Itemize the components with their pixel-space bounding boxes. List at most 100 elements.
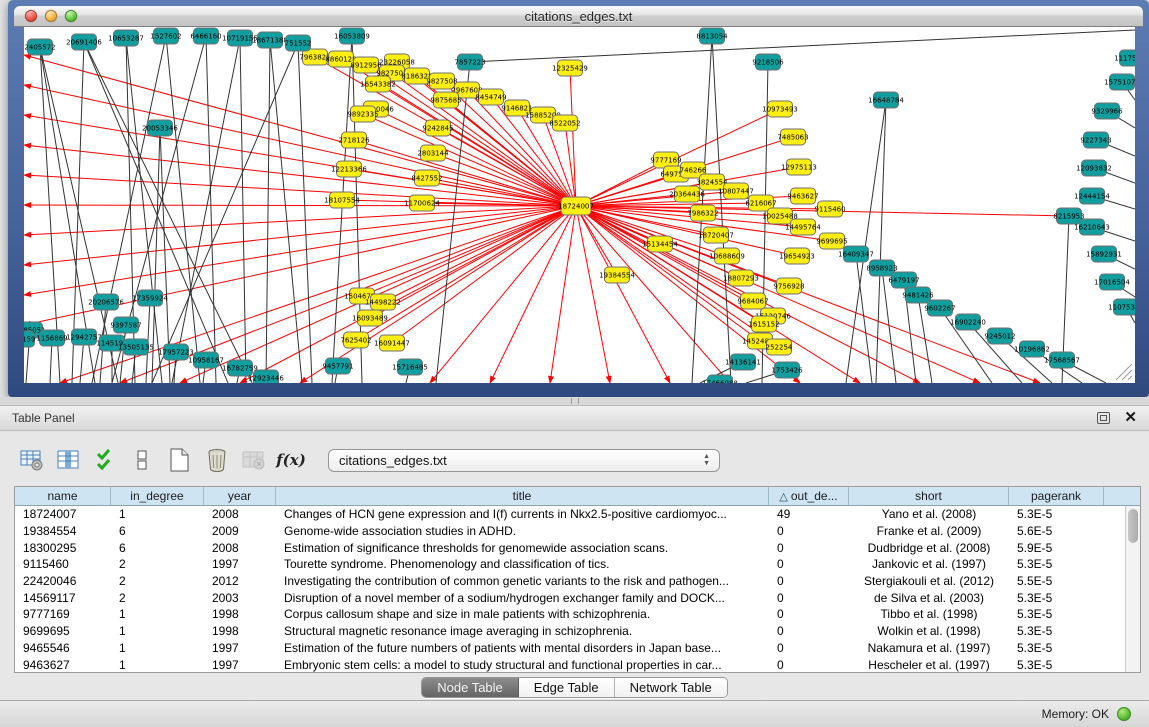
graph-node[interactable]: 18807293	[723, 270, 759, 286]
table-cell[interactable]: 49	[769, 506, 849, 523]
tab-edge-table[interactable]: Edge Table	[519, 678, 615, 697]
graph-node[interactable]: 20691406	[66, 34, 102, 50]
select-all-button[interactable]	[92, 446, 120, 474]
graph-edge[interactable]	[846, 100, 886, 383]
table-cell[interactable]: 1	[111, 640, 204, 657]
table-mode-button[interactable]	[18, 446, 46, 474]
graph-node[interactable]: 2803144	[417, 145, 449, 161]
table-cell[interactable]: Franke et al. (2009)	[849, 523, 1009, 540]
table-cell[interactable]: 5.6E-5	[1009, 523, 1104, 540]
table-row[interactable]: 911546021997Tourette syndrome. Phenomeno…	[15, 556, 1125, 573]
table-row[interactable]: 1938455462009Genome-wide association stu…	[15, 523, 1125, 540]
table-cell[interactable]: 1997	[204, 656, 276, 672]
graph-edge[interactable]	[266, 40, 270, 383]
minimize-window-button[interactable]	[45, 10, 57, 22]
graph-edge[interactable]	[470, 30, 1135, 62]
graph-node[interactable]: 18720407	[698, 227, 734, 243]
table-cell[interactable]: 9465546	[15, 640, 111, 657]
horizontal-splitter[interactable]	[0, 397, 1149, 405]
graph-node[interactable]: 19654923	[779, 248, 815, 264]
graph-edge[interactable]	[576, 206, 800, 383]
table-cell[interactable]: 9699695	[15, 623, 111, 640]
table-cell[interactable]: Estimation of significance thresholds fo…	[276, 539, 769, 556]
table-cell[interactable]: 5.3E-5	[1009, 506, 1104, 523]
graph-node[interactable]: 15751074	[1104, 74, 1135, 90]
table-cell[interactable]: 0	[769, 539, 849, 556]
graph-edge[interactable]	[436, 62, 470, 383]
table-cell[interactable]: 0	[769, 606, 849, 623]
graph-node[interactable]: 14498222	[365, 294, 401, 310]
graph-node[interactable]: 11175580	[1114, 50, 1135, 66]
graph-edge[interactable]	[298, 43, 312, 383]
graph-node[interactable]: 7625402	[340, 332, 371, 348]
graph-node[interactable]: 393159	[24, 331, 35, 347]
delete-entries-button[interactable]	[203, 446, 231, 474]
graph-node[interactable]: 9756928	[773, 278, 804, 294]
table-cell[interactable]: 5.9E-5	[1009, 539, 1104, 556]
graph-node[interactable]: 12975113	[781, 159, 817, 175]
table-cell[interactable]: Hescheler et al. (1997)	[849, 656, 1009, 672]
graph-node[interactable]: 9397587	[110, 317, 141, 333]
table-cell[interactable]: 14569117	[15, 589, 111, 606]
graph-node[interactable]: 10807447	[718, 183, 754, 199]
graph-edge[interactable]	[383, 206, 576, 302]
graph-node[interactable]: 16543382	[360, 76, 396, 92]
table-cell[interactable]: 1	[111, 606, 204, 623]
table-cell[interactable]: 1998	[204, 623, 276, 640]
graph-node[interactable]: 11700624	[404, 195, 440, 211]
table-cell[interactable]: 1997	[204, 556, 276, 573]
table-cell[interactable]: 2	[111, 589, 204, 606]
graph-edge[interactable]	[240, 206, 576, 383]
graph-node[interactable]: 6466160	[190, 28, 221, 44]
table-cell[interactable]: 6	[111, 539, 204, 556]
table-cell[interactable]: Jankovic et al. (1997)	[849, 556, 1009, 573]
table-cell[interactable]: 0	[769, 523, 849, 540]
column-header-name[interactable]: name	[15, 487, 111, 505]
unselect-all-button[interactable]	[129, 446, 157, 474]
graph-node[interactable]: 8813054	[696, 28, 728, 44]
column-header-pagerank[interactable]: pagerank	[1009, 487, 1104, 505]
graph-node[interactable]: 16648784	[868, 92, 904, 108]
table-cell[interactable]: 1	[111, 656, 204, 672]
table-cell[interactable]: 5.3E-5	[1009, 589, 1104, 606]
graph-node[interactable]: 14136141	[725, 354, 761, 370]
zoom-window-button[interactable]	[65, 10, 77, 22]
graph-edge[interactable]	[24, 205, 576, 206]
table-cell[interactable]: Changes of HCN gene expression and I(f) …	[276, 506, 769, 523]
graph-node[interactable]: 9699695	[816, 233, 847, 249]
graph-node[interactable]: 12213366	[331, 161, 367, 177]
graph-node[interactable]: 1615152	[748, 316, 779, 332]
table-cell[interactable]: 5.3E-5	[1009, 656, 1104, 672]
close-panel-icon[interactable]: ✕	[1124, 412, 1137, 424]
column-header-short[interactable]: short	[849, 487, 1009, 505]
graph-node[interactable]: 9245012	[984, 328, 1015, 344]
graph-node[interactable]: 9329966	[1091, 103, 1123, 119]
table-cell[interactable]: Wolkin et al. (1998)	[849, 623, 1009, 640]
graph-node[interactable]: 1753426	[771, 362, 803, 378]
table-cell[interactable]: Corpus callosum shape and size in male p…	[276, 606, 769, 623]
close-window-button[interactable]	[25, 10, 37, 22]
table-row[interactable]: 1872400712008Changes of HCN gene express…	[15, 506, 1125, 523]
table-cell[interactable]: 2012	[204, 573, 276, 590]
graph-node[interactable]: 10958167	[188, 352, 224, 368]
graph-node[interactable]: 16210643	[1074, 219, 1110, 235]
table-row[interactable]: 946362711997Embryonic stem cells: a mode…	[15, 656, 1125, 672]
table-cell[interactable]: 2008	[204, 506, 276, 523]
table-cell[interactable]: Tourette syndrome. Phenomenology and cla…	[276, 556, 769, 573]
graph-node[interactable]: 8427552	[411, 170, 442, 186]
table-cell[interactable]: 2003	[204, 589, 276, 606]
graph-edge[interactable]	[876, 100, 886, 383]
graph-node[interactable]: 9684067	[737, 293, 768, 309]
graph-node[interactable]: 252254	[766, 339, 793, 355]
table-cell[interactable]: 5.5E-5	[1009, 573, 1104, 590]
graph-node[interactable]: 12093832	[1076, 160, 1112, 176]
graph-node[interactable]: 8454749	[475, 89, 506, 105]
show-columns-button[interactable]	[55, 446, 83, 474]
graph-node[interactable]: 2718126	[338, 132, 370, 148]
graph-node[interactable]: 10653287	[108, 30, 144, 46]
table-cell[interactable]: Dudbridge et al. (2008)	[849, 539, 1009, 556]
graph-node[interactable]: 9602267	[924, 300, 955, 316]
table-cell[interactable]: de Silva et al. (2003)	[849, 589, 1009, 606]
table-cell[interactable]: Stergiakouli et al. (2012)	[849, 573, 1009, 590]
column-header-in-degree[interactable]: in_degree	[111, 487, 204, 505]
